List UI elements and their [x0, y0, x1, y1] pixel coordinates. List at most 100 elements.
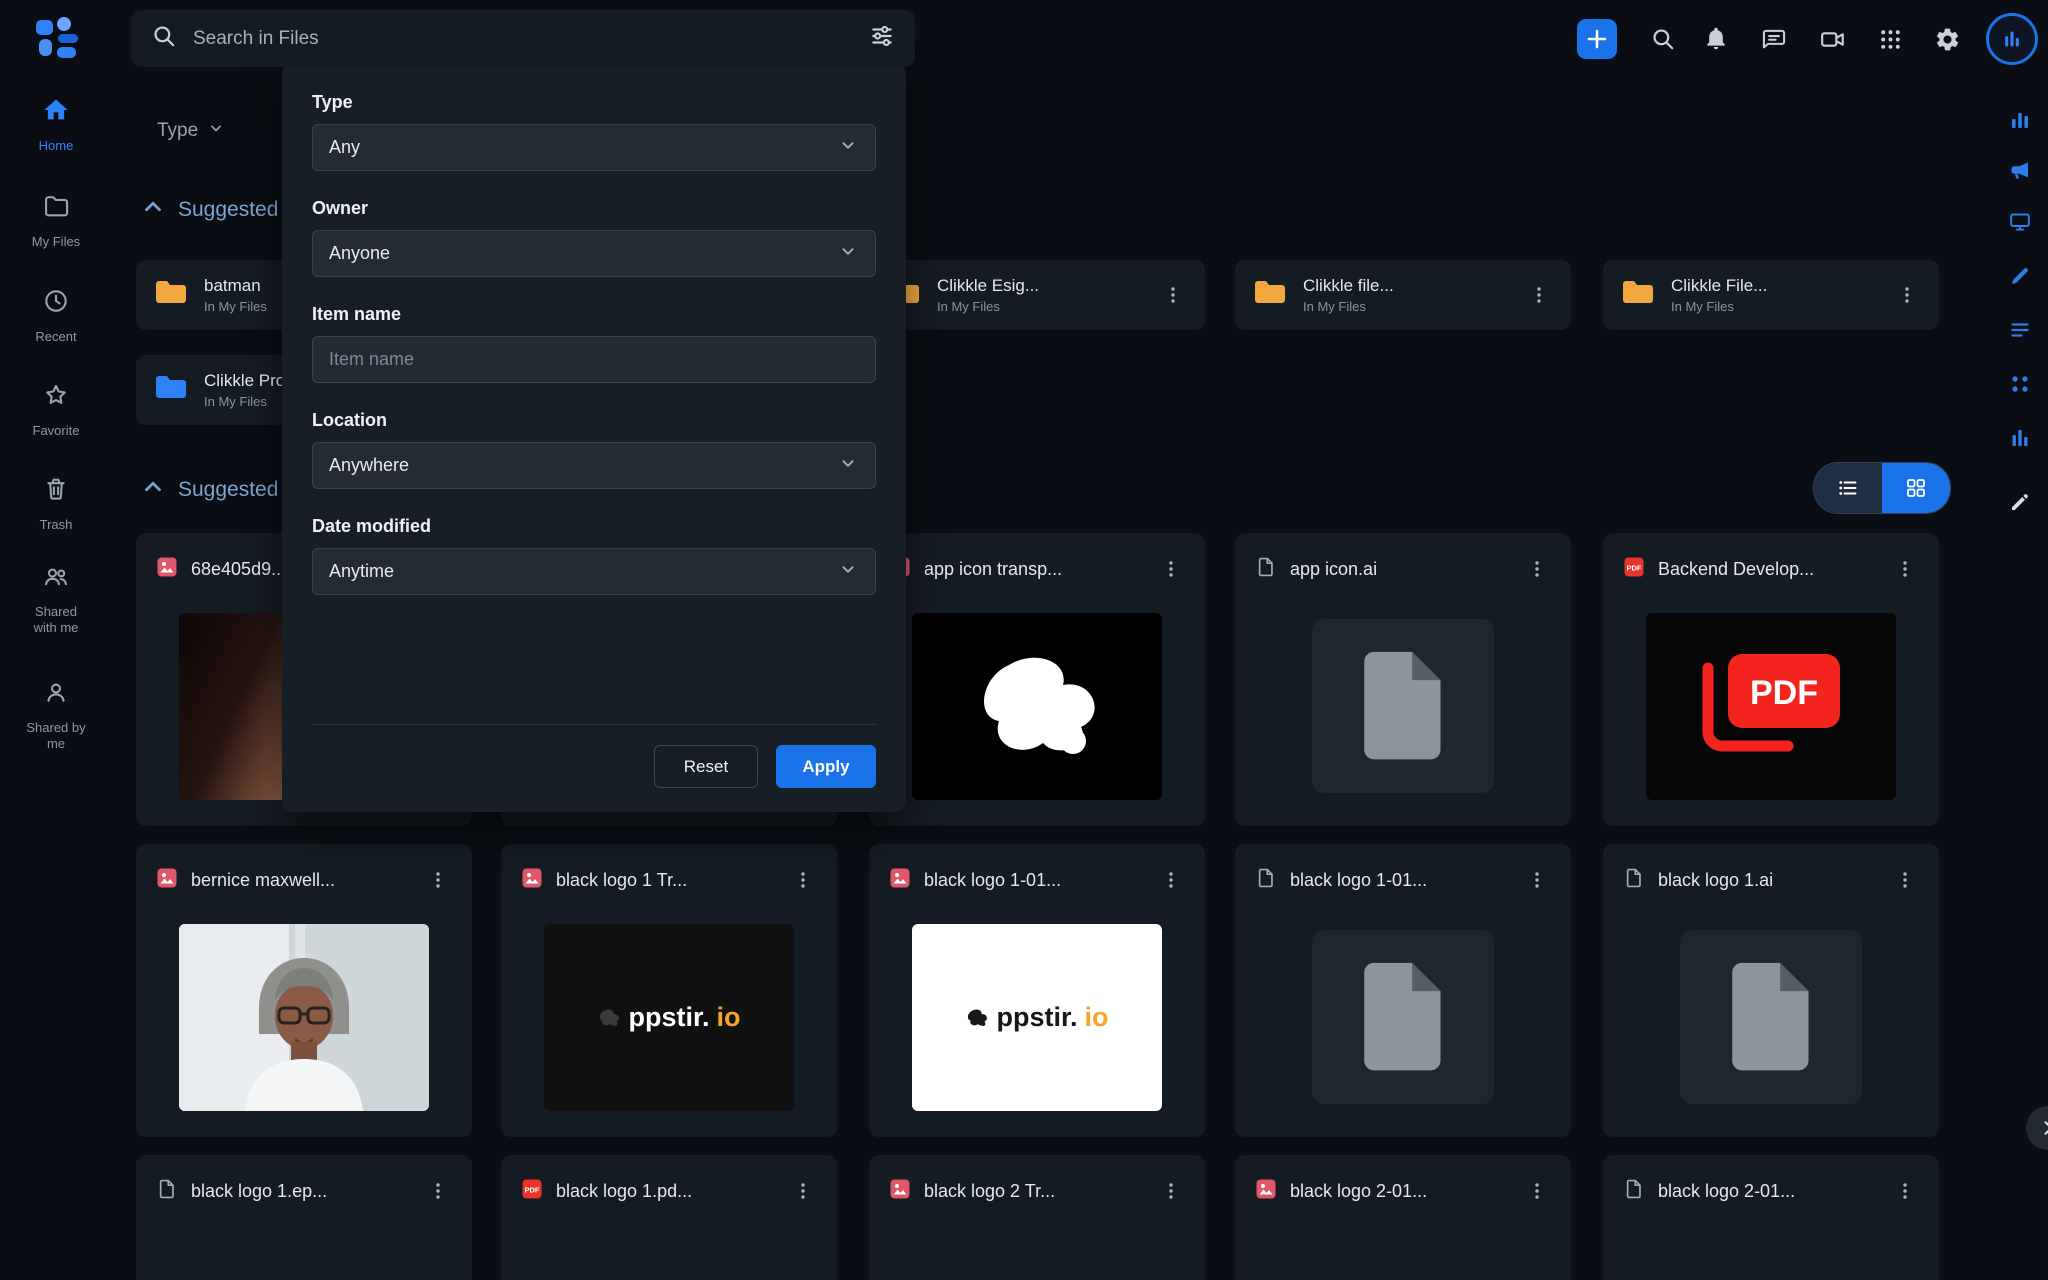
file-thumbnail: ppstir.io [912, 924, 1162, 1111]
clikkle-files-app: Home My Files Recent Favorite Trash Shar… [0, 0, 2048, 1280]
file-menu-icon[interactable] [1523, 555, 1551, 583]
file-name: black logo 1.pd... [556, 1181, 781, 1202]
location-select[interactable]: Anywhere [312, 442, 876, 489]
file-menu-icon[interactable] [789, 1177, 817, 1205]
type-select[interactable]: Any [312, 124, 876, 171]
search-input[interactable] [193, 28, 869, 50]
owner-select[interactable]: Anyone [312, 230, 876, 277]
folder-info: Clikkle Esig... In My Files [937, 276, 1151, 314]
clikkle-logo-icon[interactable] [34, 14, 84, 64]
file-name: Backend Develop... [1658, 559, 1883, 580]
app-analytics-icon[interactable] [2006, 106, 2034, 134]
file-card[interactable]: black logo 1.ep... [136, 1155, 472, 1280]
file-thumbnail: PDF [1646, 613, 1896, 800]
list-view-button[interactable] [1814, 463, 1882, 513]
filter-label: Item name [312, 304, 876, 325]
file-menu-icon[interactable] [789, 866, 817, 894]
appstir-logo: ppstir.io [965, 1002, 1108, 1033]
file-name: black logo 2-01... [1290, 1181, 1515, 1202]
collapse-chevron-up-icon[interactable] [140, 474, 166, 506]
account-avatar[interactable] [1986, 13, 2038, 65]
file-name: black logo 1 Tr... [556, 870, 781, 891]
chat-icon[interactable] [1754, 19, 1794, 59]
date-modified-select[interactable]: Anytime [312, 548, 876, 595]
apps-grid-icon[interactable] [1870, 19, 1910, 59]
search-bar[interactable] [131, 10, 915, 67]
new-upload-button[interactable] [1577, 19, 1617, 59]
app-ads-megaphone-icon[interactable] [2006, 156, 2034, 184]
file-card-header: black logo 2 Tr... [889, 1177, 1185, 1205]
file-menu-icon[interactable] [1891, 1177, 1919, 1205]
sidebar-item-shared-by-me[interactable]: Shared by me [0, 678, 112, 752]
item-name-input[interactable] [312, 336, 876, 383]
sidebar-item-my-files[interactable]: My Files [0, 192, 112, 250]
sidebar-item-favorite[interactable]: Favorite [0, 381, 112, 439]
file-card[interactable]: black logo 1-01... [1235, 844, 1571, 1137]
reset-button[interactable]: Reset [654, 745, 758, 788]
svg-text:PDF: PDF [1627, 563, 1642, 572]
sidebar-item-trash[interactable]: Trash [0, 475, 112, 533]
collapse-chevron-up-icon[interactable] [140, 194, 166, 226]
edit-pencil-icon[interactable] [2006, 488, 2034, 516]
file-card[interactable]: bernice maxwell... [136, 844, 472, 1137]
sidebar-item-label: Shared with me [24, 604, 88, 636]
app-files-bars-icon[interactable] [2006, 424, 2034, 452]
apply-button[interactable]: Apply [776, 745, 876, 788]
video-meet-icon[interactable] [1812, 19, 1852, 59]
file-menu-icon[interactable] [1157, 555, 1185, 583]
settings-gear-icon[interactable] [1927, 19, 1967, 59]
app-projects-list-icon[interactable] [2006, 316, 2034, 344]
file-card[interactable]: PDF Backend Develop... PDF [1603, 533, 1939, 826]
folder-card[interactable]: Clikkle Esig... In My Files [869, 260, 1205, 330]
grid-view-button[interactable] [1882, 463, 1950, 513]
folder-menu-icon[interactable] [1159, 281, 1187, 309]
date-modified-select-value: Anytime [329, 561, 837, 582]
sidebar-item-shared-with-me[interactable]: Shared with me [0, 562, 112, 636]
file-card[interactable]: black logo 2-01... [1603, 1155, 1939, 1280]
pdf-file-icon: PDF [1623, 556, 1645, 583]
folder-menu-icon[interactable] [1525, 281, 1553, 309]
file-card-header: bernice maxwell... [156, 866, 452, 894]
file-card[interactable]: PDF black logo 1.pd... [501, 1155, 837, 1280]
type-filter-chip[interactable]: Type [157, 118, 226, 144]
file-card[interactable]: black logo 1.ai [1603, 844, 1939, 1137]
file-menu-icon[interactable] [1523, 866, 1551, 894]
file-menu-icon[interactable] [1523, 1177, 1551, 1205]
file-card[interactable]: black logo 1 Tr... ppstir.io [501, 844, 837, 1137]
global-search-icon[interactable] [1643, 19, 1683, 59]
chevron-down-icon [837, 452, 859, 479]
folder-icon [154, 374, 188, 406]
file-menu-icon[interactable] [1157, 1177, 1185, 1205]
file-card[interactable]: black logo 2 Tr... [869, 1155, 1205, 1280]
filter-tune-icon[interactable] [869, 23, 895, 54]
file-card[interactable]: black logo 2-01... [1235, 1155, 1571, 1280]
folder-menu-icon[interactable] [1893, 281, 1921, 309]
app-esign-pen-icon[interactable] [2006, 262, 2034, 290]
file-menu-icon[interactable] [424, 866, 452, 894]
file-name: app icon transp... [924, 559, 1149, 580]
appstir-tld-text: io [717, 1002, 741, 1033]
file-menu-icon[interactable] [1891, 555, 1919, 583]
sidebar-item-recent[interactable]: Recent [0, 287, 112, 345]
filter-label: Owner [312, 198, 876, 219]
file-card[interactable]: app icon transp... [869, 533, 1205, 826]
file-name: black logo 2 Tr... [924, 1181, 1149, 1202]
filter-label: Type [312, 92, 876, 113]
file-card[interactable]: app icon.ai [1235, 533, 1571, 826]
sidebar-item-home[interactable]: Home [0, 96, 112, 154]
file-menu-icon[interactable] [424, 1177, 452, 1205]
folder-card[interactable]: Clikkle File... In My Files [1603, 260, 1939, 330]
pdf-file-icon: PDF [521, 1178, 543, 1205]
file-menu-icon[interactable] [1157, 866, 1185, 894]
folder-card[interactable]: Clikkle file... In My Files [1235, 260, 1571, 330]
file-name: black logo 1.ai [1658, 870, 1883, 891]
notifications-bell-icon[interactable] [1696, 19, 1736, 59]
right-app-rail [1992, 78, 2048, 1280]
file-card[interactable]: black logo 1-01... ppstir.io [869, 844, 1205, 1137]
appstir-tld-text: io [1085, 1002, 1109, 1033]
app-campaigns-dots-icon[interactable] [2006, 370, 2034, 398]
folder-location: In My Files [1303, 299, 1517, 314]
sidebar-item-label: Recent [35, 329, 76, 345]
app-host-monitor-icon[interactable] [2006, 208, 2034, 236]
file-menu-icon[interactable] [1891, 866, 1919, 894]
